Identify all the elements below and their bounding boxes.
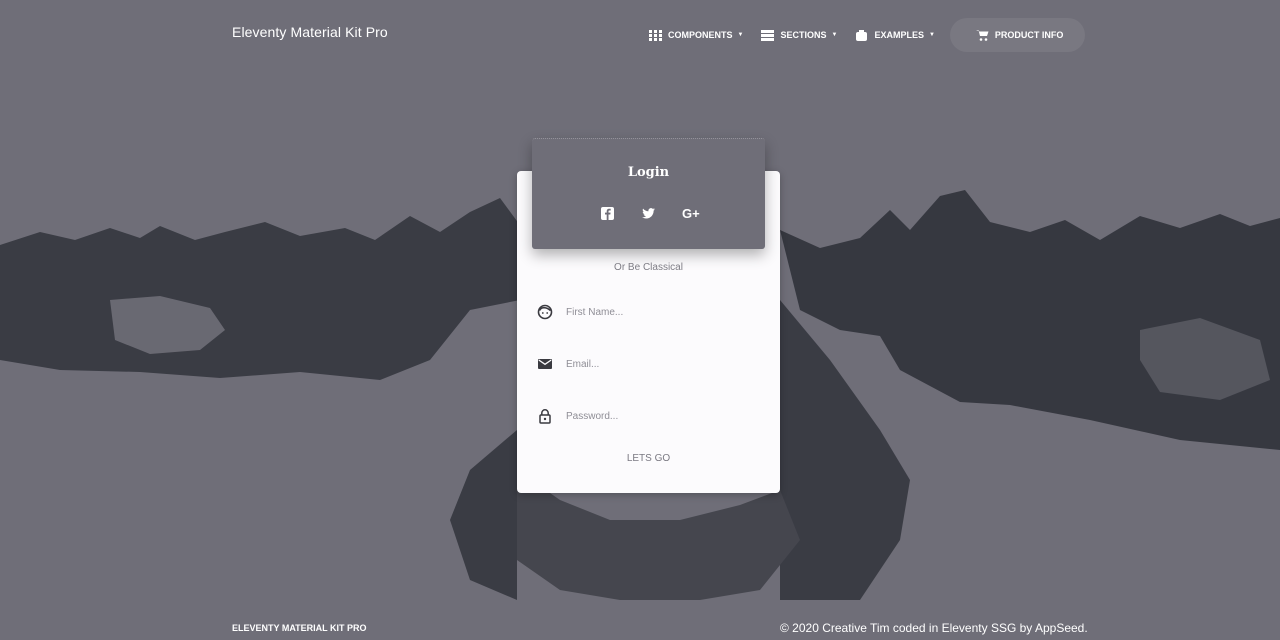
sections-icon [761,29,775,41]
grid-icon [649,29,662,41]
nav-examples-label: EXAMPLES [874,30,924,40]
social-buttons: G+ [532,206,765,221]
caret-down-icon: ▼ [737,32,744,38]
nav-product-info[interactable]: PRODUCT INFO [949,18,1086,52]
nav-sections-label: SECTIONS [780,30,827,40]
google-plus-icon[interactable]: G+ [682,206,700,221]
nav-components-label: COMPONENTS [668,30,733,40]
password-field [537,406,762,426]
login-title: Login [627,165,670,180]
password-input[interactable] [566,410,756,422]
login-card-header: Login G+ [532,138,765,249]
caret-down-icon: ▼ [928,32,935,38]
nav-components[interactable]: COMPONENTS ▼ [640,18,752,52]
email-icon [538,359,552,369]
face-icon [537,304,553,320]
shopping-cart-icon [975,29,989,41]
first-name-input[interactable] [566,306,756,318]
email-input[interactable] [566,358,756,370]
nav-sections[interactable]: SECTIONS ▼ [752,18,846,52]
twitter-icon[interactable] [641,206,656,221]
divider-text: Or Be Classical [614,262,683,273]
nav-product-info-label: PRODUCT INFO [994,30,1064,40]
lock-icon [539,409,551,424]
footer-brand[interactable]: ELEVENTY MATERIAL KIT PRO [232,623,367,633]
first-name-field [537,302,762,322]
facebook-icon[interactable] [600,206,615,221]
examples-icon [856,29,868,41]
main-nav: COMPONENTS ▼ SECTIONS ▼ EXAMPLES ▼ PRODU… [640,18,1086,52]
caret-down-icon: ▼ [831,32,838,38]
footer-copyright: © 2020 Creative Tim coded in Eleventy SS… [780,621,1088,635]
nav-examples[interactable]: EXAMPLES ▼ [846,18,943,52]
lets-go-button[interactable]: LETS GO [517,452,780,465]
email-field [537,354,762,374]
brand-title[interactable]: Eleventy Material Kit Pro [232,24,388,40]
